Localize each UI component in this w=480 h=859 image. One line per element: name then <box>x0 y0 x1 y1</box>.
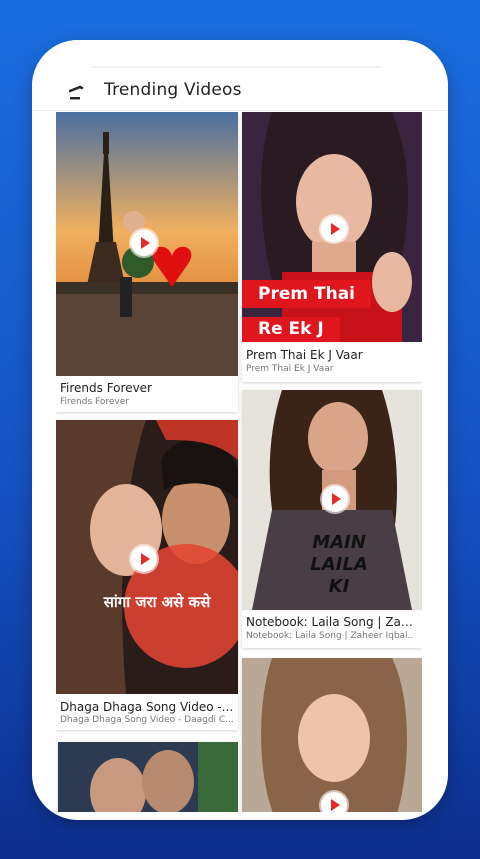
video-thumbnail[interactable] <box>56 112 238 376</box>
video-title[interactable]: Prem Thai Ek J Vaar <box>246 348 418 362</box>
play-icon[interactable] <box>131 230 157 256</box>
prem-thai-banner-2: Re Ek J <box>242 317 340 342</box>
video-card-dhaga-dhaga[interactable]: सांगा जरा असे कसे Dhaga Dhaga Song Video… <box>56 420 238 730</box>
video-title[interactable]: Firends Forever <box>60 381 234 395</box>
video-title[interactable]: Notebook: Laila Song | Zahe.. <box>246 615 418 629</box>
video-grid[interactable]: Firends Forever Firends Forever Prem Tha… <box>56 112 422 812</box>
prem-thai-banner: Prem Thai <box>242 280 372 308</box>
main-laila-ki-text: MAIN LAILA KI <box>310 532 368 597</box>
play-icon[interactable] <box>321 216 347 242</box>
video-card-notebook-laila[interactable]: MAIN LAILA KI Notebook: Laila Song | Zah… <box>242 390 422 648</box>
video-card-prem-thai[interactable]: Prem Thai Re Ek J Prem Thai Ek J Vaar Pr… <box>242 112 422 382</box>
video-card-partial-right[interactable] <box>242 658 422 812</box>
video-card-firends-forever[interactable]: Firends Forever Firends Forever <box>56 112 238 412</box>
video-title[interactable]: Dhaga Dhaga Song Video -... <box>60 700 234 714</box>
video-subtitle: Firends Forever <box>60 397 129 407</box>
video-thumbnail[interactable]: सांगा जरा असे कसे <box>56 420 238 694</box>
page-title: Trending Videos <box>104 80 242 100</box>
couple-image <box>58 742 238 812</box>
banner-line-2: Re Ek J <box>258 319 324 339</box>
banner-line-1: Prem Thai <box>258 284 356 304</box>
app-header: Trending Videos <box>32 40 448 111</box>
marathi-title-text: सांगा जरा असे कसे <box>103 593 211 611</box>
play-icon[interactable] <box>322 486 348 512</box>
back-arrow-icon[interactable] <box>68 85 86 101</box>
video-thumbnail[interactable]: MAIN LAILA KI <box>242 390 422 610</box>
play-icon[interactable] <box>131 546 157 572</box>
video-thumbnail[interactable] <box>58 742 238 812</box>
video-thumbnail[interactable]: Prem Thai Re Ek J <box>242 112 422 342</box>
portrait-woman-image <box>242 658 422 812</box>
phone-frame: Trending Videos Firends Forever Firends … <box>32 40 448 820</box>
video-subtitle: Prem Thai Ek J Vaar <box>246 364 334 374</box>
video-card-partial-left[interactable] <box>58 742 238 812</box>
video-subtitle: Dhaga Dhaga Song Video - Daagdi C... <box>60 715 234 725</box>
status-bar-line <box>92 66 382 68</box>
video-subtitle: Notebook: Laila Song | Zaheer Iqbal.. <box>246 631 414 641</box>
video-thumbnail[interactable] <box>242 658 422 812</box>
play-icon[interactable] <box>321 792 347 812</box>
